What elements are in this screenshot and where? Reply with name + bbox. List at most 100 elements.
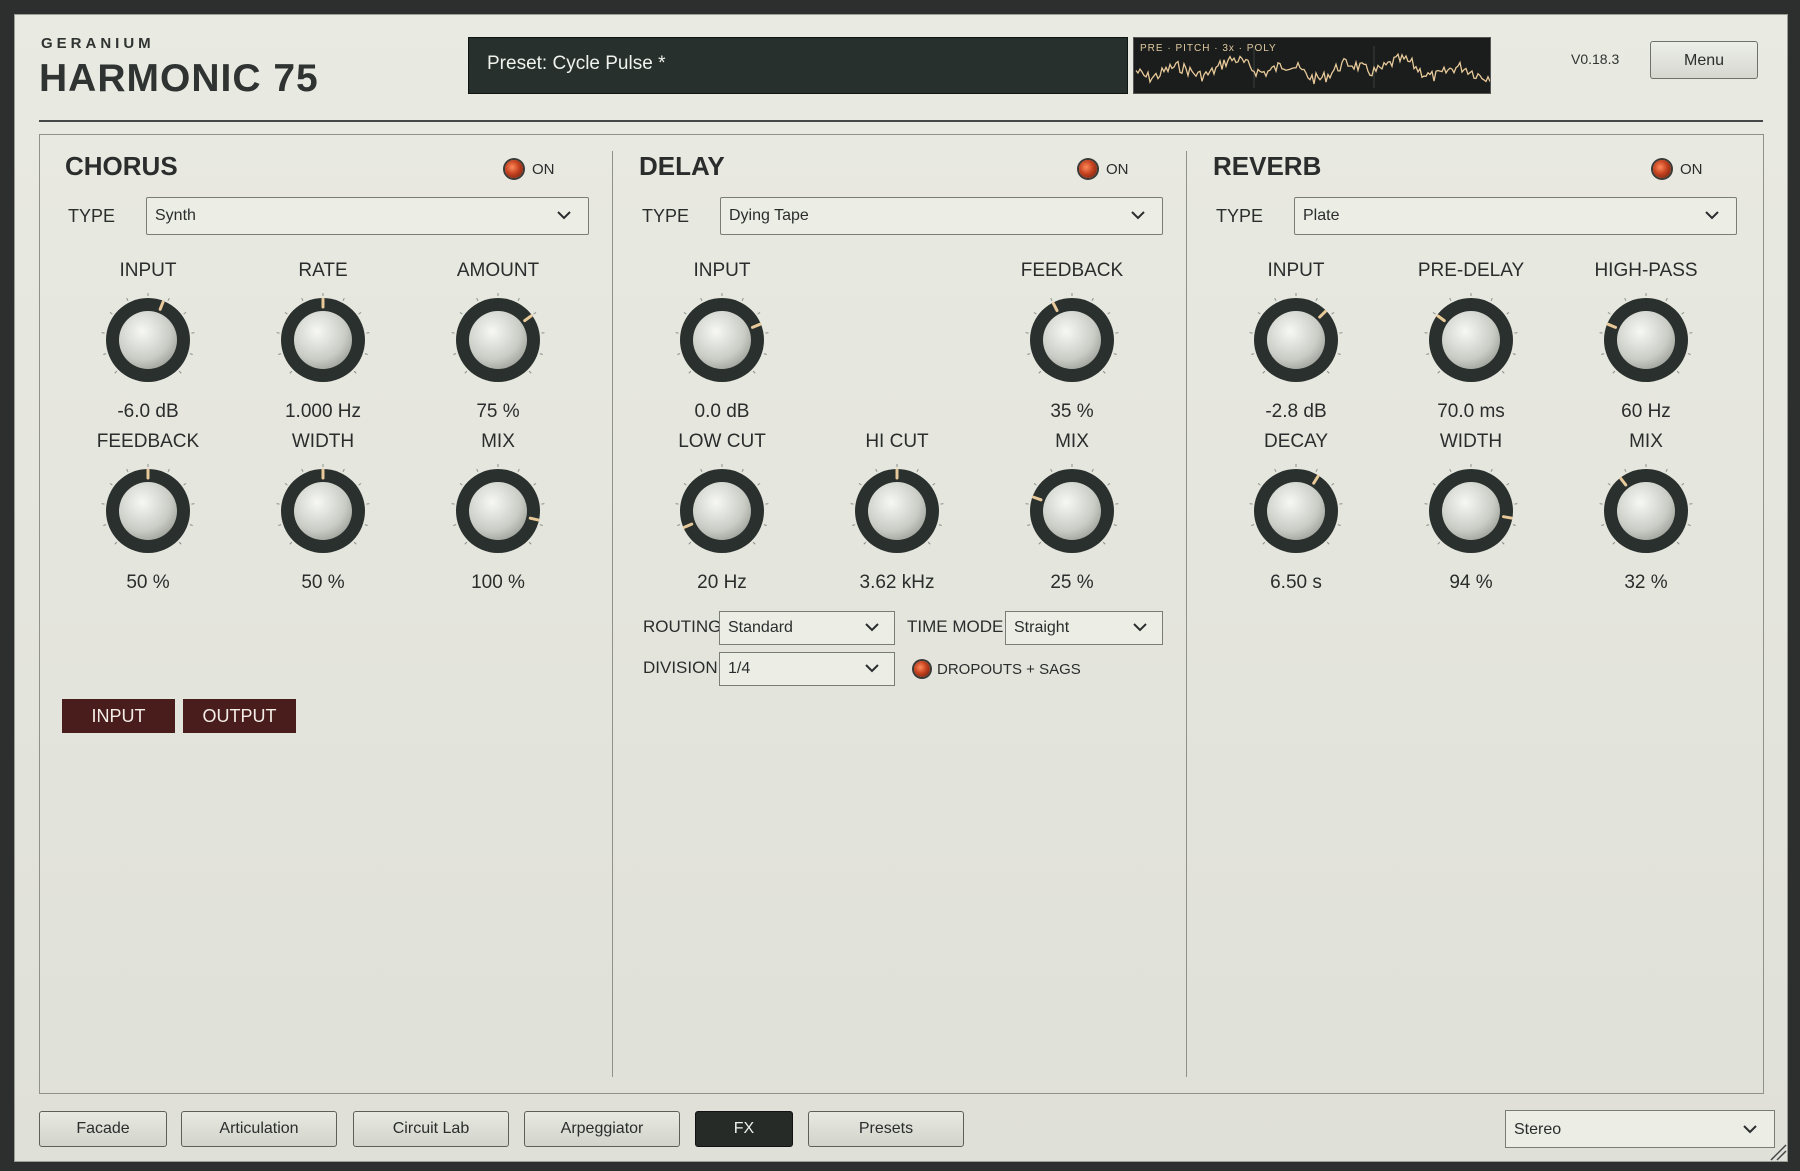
reverb-predelay-knob[interactable] xyxy=(1421,290,1521,390)
delay-feedback-knob[interactable] xyxy=(1022,290,1122,390)
plugin-window: GERANIUM HARMONIC 75 Preset: Cycle Pulse… xyxy=(14,14,1788,1162)
delay-hicut-label: HI CUT xyxy=(865,431,929,452)
delay-lowcut-knob[interactable] xyxy=(672,461,772,561)
routing-value: Standard xyxy=(728,619,793,636)
resize-grip-icon[interactable] xyxy=(1767,1141,1787,1161)
reverb-type-value: Plate xyxy=(1303,207,1340,224)
reverb-highpass-value: 60 Hz xyxy=(1621,401,1671,422)
reverb-input-knob[interactable] xyxy=(1246,290,1346,390)
reverb-decay-label: DECAY xyxy=(1263,431,1329,452)
delay-mix-value: 25 % xyxy=(1050,572,1094,593)
division-select[interactable]: 1/4 xyxy=(719,652,895,686)
delay-feedback-label: FEEDBACK xyxy=(1020,260,1124,281)
chorus-width-label: WIDTH xyxy=(291,431,355,452)
time-mode-select[interactable]: Straight xyxy=(1005,611,1163,645)
delay-feedback-value: 35 % xyxy=(1050,401,1094,422)
division-value: 1/4 xyxy=(728,660,751,677)
preset-display[interactable]: Preset: Cycle Pulse * xyxy=(468,37,1128,94)
delay-mix-label: MIX xyxy=(1055,431,1089,452)
routing-label: ROUTING xyxy=(643,617,722,636)
chorus-width-value: 50 % xyxy=(301,572,345,593)
chorus-feedback-label: FEEDBACK xyxy=(96,431,200,452)
delay-hicut-value: 3.62 kHz xyxy=(859,572,935,593)
chorus-feedback-value: 50 % xyxy=(126,572,170,593)
delay-input-value: 0.0 dB xyxy=(694,401,750,422)
routing-select[interactable]: Standard xyxy=(719,611,895,645)
delay-type-select[interactable]: Dying Tape xyxy=(720,197,1163,235)
chevron-down-icon xyxy=(1743,1125,1757,1134)
reverb-power-led[interactable] xyxy=(1653,160,1671,178)
chorus-output-button[interactable]: OUTPUT xyxy=(183,699,296,733)
chorus-input-value: -6.0 dB xyxy=(117,401,179,422)
tab-arpeggiator[interactable]: Arpeggiator xyxy=(524,1111,680,1147)
chorus-rate-knob[interactable] xyxy=(273,290,373,390)
reverb-mix-label: MIX xyxy=(1629,431,1663,452)
chorus-amount-label: AMOUNT xyxy=(456,260,540,281)
delay-input-knob[interactable] xyxy=(672,290,772,390)
chorus-rate-label: RATE xyxy=(298,260,348,281)
tab-circuit-lab[interactable]: Circuit Lab xyxy=(353,1111,509,1147)
chorus-power-led[interactable] xyxy=(505,160,523,178)
chorus-mix-value: 100 % xyxy=(471,572,525,593)
chevron-down-icon xyxy=(1131,211,1145,220)
chevron-down-icon xyxy=(865,664,879,673)
reverb-mix-value: 32 % xyxy=(1624,572,1668,593)
preset-label: Preset: Cycle Pulse * xyxy=(487,53,666,74)
section-divider xyxy=(612,151,613,1077)
reverb-title: REVERB xyxy=(1213,151,1322,181)
reverb-decay-value: 6.50 s xyxy=(1270,572,1322,593)
delay-input-label: INPUT xyxy=(693,260,751,281)
header-divider xyxy=(39,120,1763,122)
reverb-width-value: 94 % xyxy=(1449,572,1493,593)
chorus-mix-knob[interactable] xyxy=(448,461,548,561)
chorus-feedback-knob[interactable] xyxy=(98,461,198,561)
chorus-title: CHORUS xyxy=(65,151,178,181)
dropouts-toggle-led[interactable] xyxy=(914,661,930,677)
tab-facade[interactable]: Facade xyxy=(39,1111,167,1147)
delay-hicut-knob[interactable] xyxy=(847,461,947,561)
reverb-predelay-value: 70.0 ms xyxy=(1437,401,1505,422)
reverb-decay-knob[interactable] xyxy=(1246,461,1346,561)
chorus-on-label: ON xyxy=(532,161,555,178)
reverb-input-value: -2.8 dB xyxy=(1265,401,1327,422)
chorus-type-label: TYPE xyxy=(68,206,116,226)
chevron-down-icon xyxy=(1133,623,1147,632)
tab-fx[interactable]: FX xyxy=(695,1111,793,1147)
reverb-type-label: TYPE xyxy=(1216,206,1264,226)
division-label: DIVISION xyxy=(643,658,718,677)
product-title: HARMONIC 75 xyxy=(39,57,319,100)
chorus-type-value: Synth xyxy=(155,207,196,224)
reverb-width-knob[interactable] xyxy=(1421,461,1521,561)
delay-lowcut-value: 20 Hz xyxy=(697,572,747,593)
chevron-down-icon xyxy=(1705,211,1719,220)
reverb-width-label: WIDTH xyxy=(1439,431,1503,452)
delay-on-label: ON xyxy=(1106,161,1129,178)
reverb-input-label: INPUT xyxy=(1267,260,1325,281)
tab-articulation[interactable]: Articulation xyxy=(181,1111,337,1147)
output-mode-value: Stereo xyxy=(1514,1121,1562,1138)
time-mode-label: TIME MODE xyxy=(907,617,1004,636)
chorus-mix-label: MIX xyxy=(481,431,515,452)
reverb-highpass-label: HIGH-PASS xyxy=(1594,260,1698,281)
reverb-predelay-label: PRE-DELAY xyxy=(1417,260,1525,281)
reverb-type-select[interactable]: Plate xyxy=(1294,197,1737,235)
delay-power-led[interactable] xyxy=(1079,160,1097,178)
chorus-width-knob[interactable] xyxy=(273,461,373,561)
menu-button[interactable]: Menu xyxy=(1650,41,1758,79)
delay-type-value: Dying Tape xyxy=(729,207,809,224)
delay-type-label: TYPE xyxy=(642,206,690,226)
output-mode-select[interactable]: Stereo xyxy=(1505,1110,1775,1148)
chorus-input-button[interactable]: INPUT xyxy=(62,699,175,733)
section-divider xyxy=(1186,151,1187,1077)
tab-presets[interactable]: Presets xyxy=(808,1111,964,1147)
delay-mix-knob[interactable] xyxy=(1022,461,1122,561)
reverb-highpass-knob[interactable] xyxy=(1596,290,1696,390)
chorus-input-knob[interactable] xyxy=(98,290,198,390)
reverb-on-label: ON xyxy=(1680,161,1703,178)
reverb-mix-knob[interactable] xyxy=(1596,461,1696,561)
chorus-type-select[interactable]: Synth xyxy=(146,197,589,235)
time-mode-value: Straight xyxy=(1014,619,1070,636)
chorus-amount-knob[interactable] xyxy=(448,290,548,390)
delay-title: DELAY xyxy=(639,151,725,181)
chevron-down-icon xyxy=(865,623,879,632)
